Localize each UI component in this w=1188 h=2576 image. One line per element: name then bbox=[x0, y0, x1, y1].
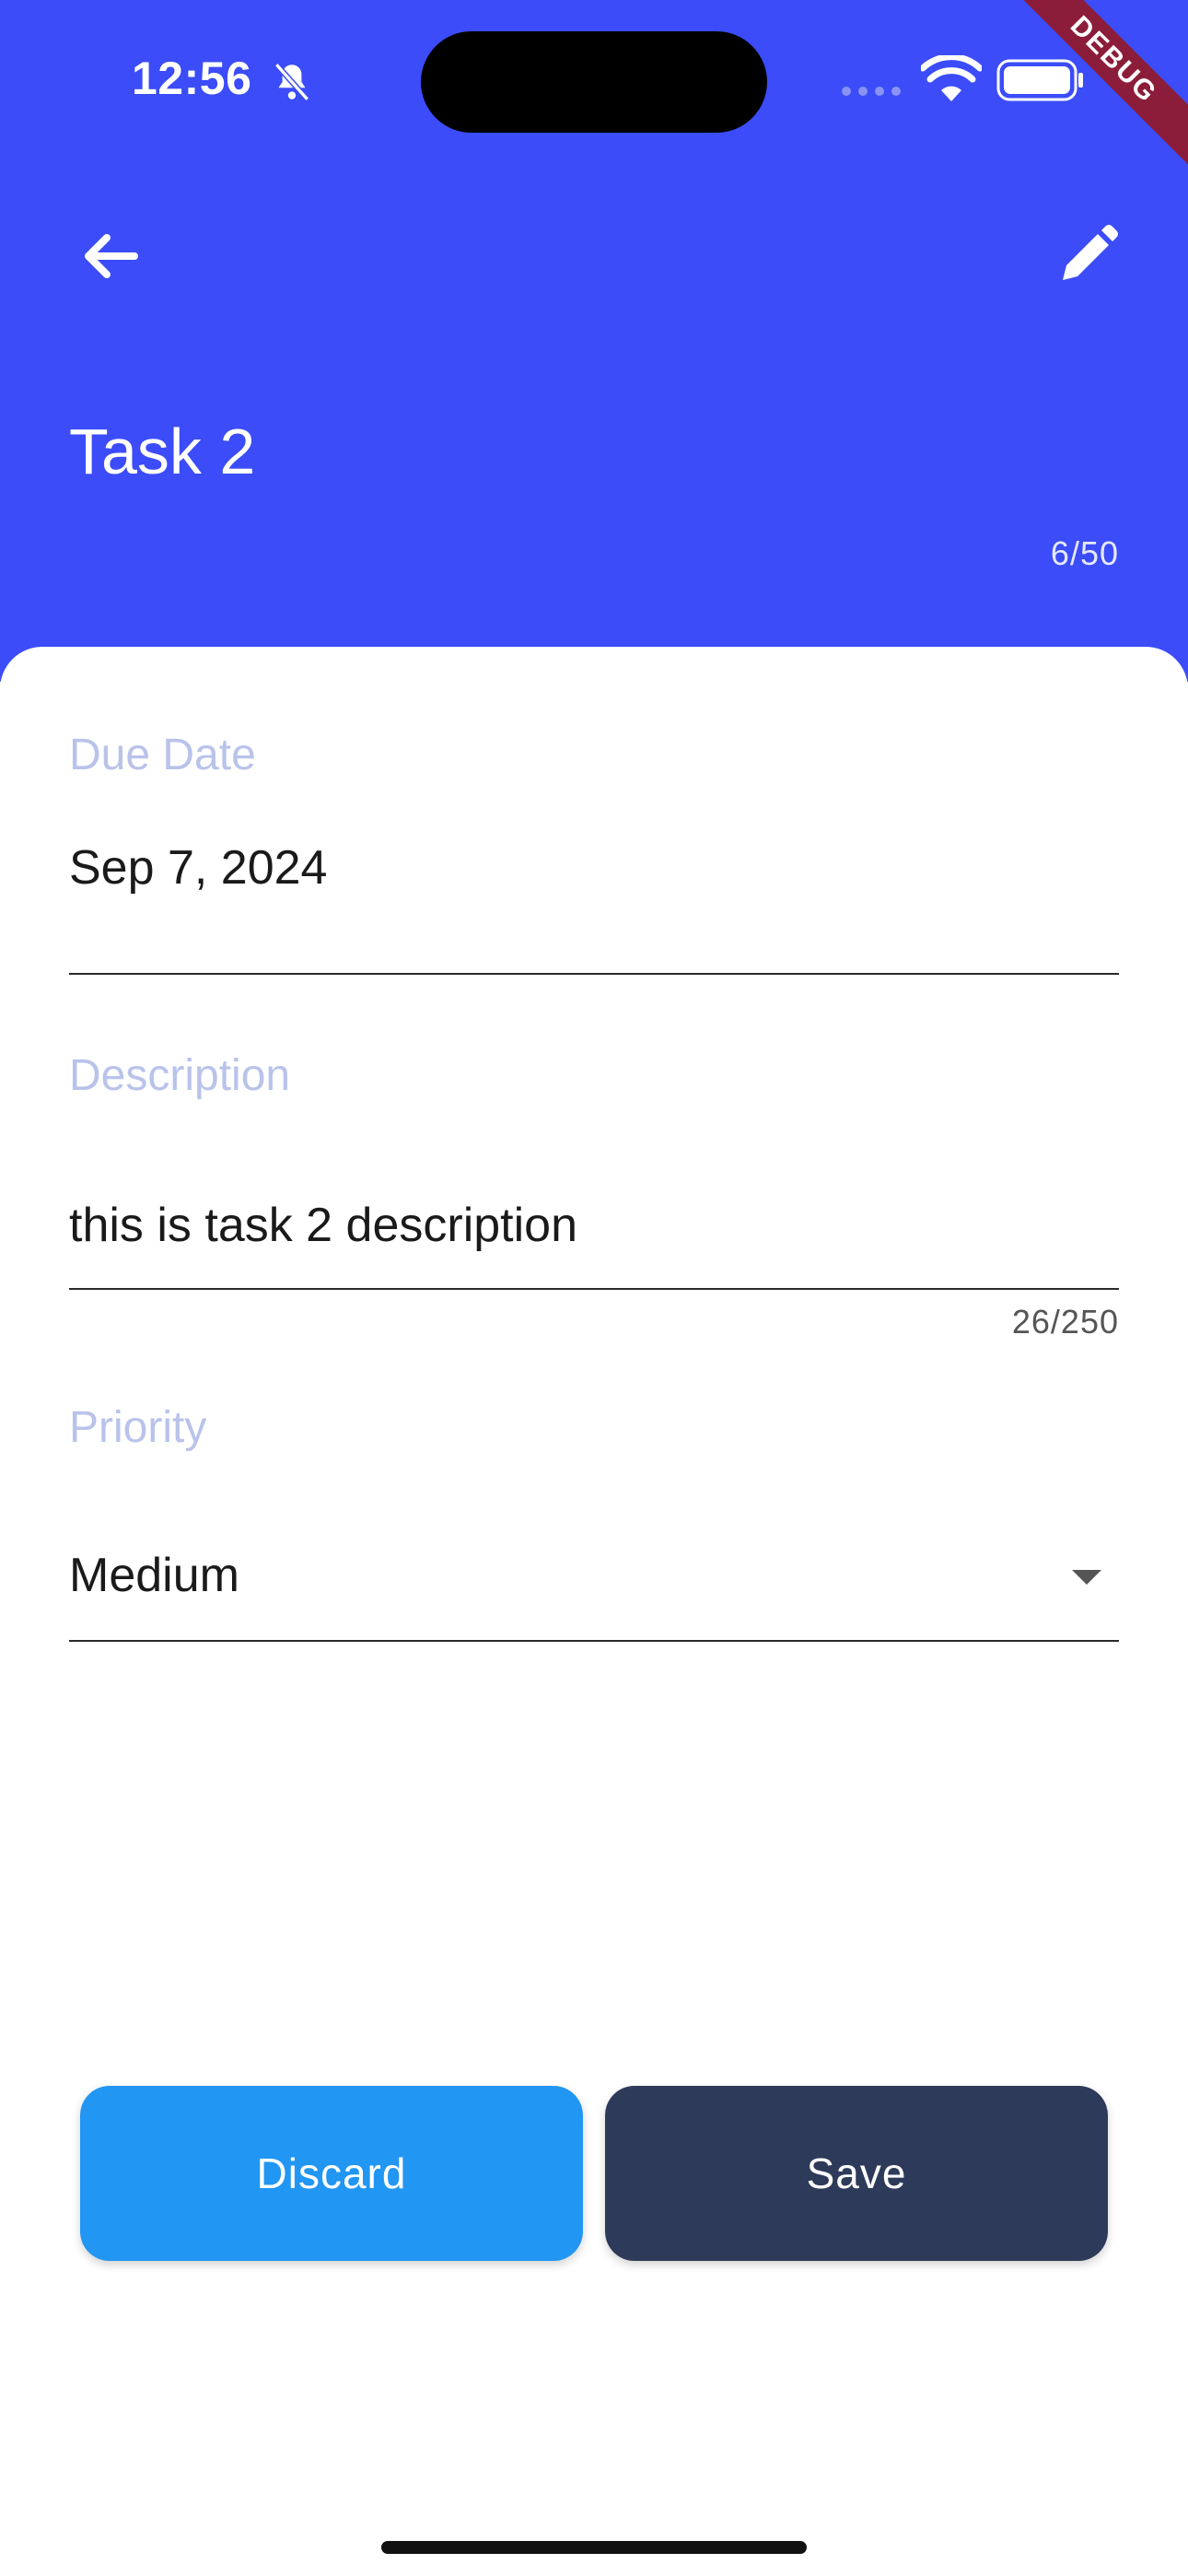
battery-icon bbox=[996, 59, 1083, 101]
form-sheet bbox=[0, 647, 1188, 2576]
dropdown-arrow-icon[interactable] bbox=[1068, 1566, 1105, 1588]
title-character-counter: 6/50 bbox=[1050, 534, 1119, 572]
task-title[interactable]: Task 2 bbox=[69, 415, 255, 488]
cellular-signal-icon bbox=[842, 87, 901, 96]
home-indicator bbox=[381, 2541, 807, 2554]
status-time: 12:56 bbox=[132, 53, 252, 104]
description-label: Description bbox=[69, 1051, 291, 1100]
due-date-label: Due Date bbox=[69, 731, 256, 779]
priority-label: Priority bbox=[69, 1403, 207, 1452]
priority-underline bbox=[69, 1640, 1119, 1642]
dynamic-island bbox=[421, 31, 767, 133]
description-character-counter: 26/250 bbox=[1011, 1303, 1119, 1341]
due-date-field[interactable]: Sep 7, 2024 bbox=[69, 840, 327, 896]
description-underline bbox=[69, 1288, 1119, 1290]
bell-slash-icon bbox=[274, 63, 310, 101]
save-button[interactable]: Save bbox=[605, 2086, 1108, 2261]
priority-dropdown[interactable]: Medium bbox=[69, 1548, 239, 1603]
back-arrow-icon[interactable] bbox=[74, 219, 147, 293]
due-date-underline bbox=[69, 973, 1119, 975]
pencil-icon[interactable] bbox=[1050, 219, 1124, 293]
discard-button[interactable]: Discard bbox=[80, 2086, 583, 2261]
wifi-icon bbox=[921, 55, 982, 101]
header: 12:56 DEBUG Task 2 6/50 bbox=[0, 0, 1188, 682]
description-field[interactable]: this is task 2 description bbox=[69, 1198, 577, 1253]
